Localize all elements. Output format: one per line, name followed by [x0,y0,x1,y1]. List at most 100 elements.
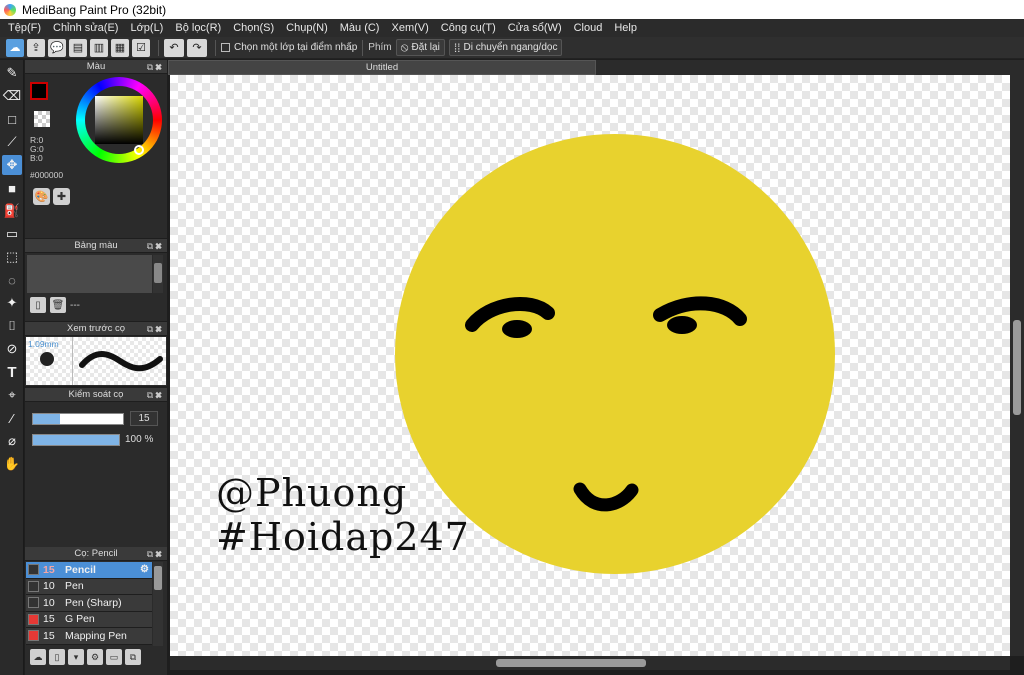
brush-name: Pen [65,580,84,593]
bucket-tool-icon[interactable]: ⛽ [2,201,22,221]
color-wheel[interactable] [76,77,162,163]
brush-tip-dot [40,352,54,366]
document-icon[interactable]: ▥ [90,38,108,57]
document-tab[interactable]: Untitled [168,60,596,75]
text-tool-icon[interactable]: T [2,362,22,382]
cloud-icon[interactable]: ☁ [6,38,24,57]
menu-layer[interactable]: Lớp(L) [124,22,169,34]
brush-color-swatch [28,564,39,576]
checklist-icon[interactable]: ☑ [132,38,150,57]
blue-value: B:0 [30,153,43,163]
palette-icon[interactable]: 🎨 [33,188,50,205]
pipette-tool-icon[interactable]: ⌀ [2,431,22,451]
brush-settings-icon[interactable]: ⚙ [87,649,103,665]
brush-panel-header: Cọ: Pencil ⧉✖ [25,547,167,561]
canvas[interactable]: @Phuong #Hoidap247 [170,75,1010,656]
select-eraser-tool-icon[interactable]: ⊘ [2,339,22,359]
gear-icon[interactable]: ⚙ [140,564,149,575]
scroll-thumb[interactable] [496,659,646,667]
preview-divider [72,337,73,385]
menu-filter[interactable]: Bộ lọc(R) [169,22,227,34]
brush-size-slider[interactable] [32,413,124,425]
brush-item-pen-sharp[interactable]: 10 Pen (Sharp) [26,595,152,612]
brush-item-mapping-pen[interactable]: 15 Mapping Pen [26,628,152,645]
brush-menu-icon[interactable]: ▾ [68,649,84,665]
reset-button[interactable]: ⦸ Đặt lại [395,39,445,56]
menu-window[interactable]: Cửa sổ(W) [502,22,568,34]
panel-close-icon[interactable]: ⧉✖ [147,239,164,253]
new-page-icon[interactable]: ▯ [30,297,46,313]
scroll-thumb[interactable] [1013,320,1021,415]
panel-close-icon[interactable]: ⧉✖ [147,60,164,74]
folder-icon[interactable]: ▭ [106,649,122,665]
select-pen-tool-icon[interactable]: ⌷ [2,316,22,336]
line-tool-icon[interactable]: ⟋ [2,132,22,152]
saturation-value-square[interactable] [95,96,143,144]
palette-name: --- [70,299,80,311]
menu-view[interactable]: Xem(V) [385,22,434,34]
magic-wand-tool-icon[interactable]: ✦ [2,293,22,313]
brush-item-pen[interactable]: 10 Pen [26,578,152,595]
lasso-tool-icon[interactable]: ◌ [2,270,22,290]
brush-list-scrollbar[interactable] [153,562,163,646]
brush-size-value[interactable]: 15 [130,411,158,426]
toolbar: ☁ ⇪ 💬 ▤ ▥ ▦ ☑ ↶ ↷ Chọn một lớp tại điểm … [0,37,1024,59]
menu-edit[interactable]: Chỉnh sửa(E) [47,22,124,34]
brush-size-readout: 1.09mm [28,339,59,349]
select-layer-checkbox[interactable]: Chọn một lớp tại điểm nhấp [221,42,357,53]
menu-cloud[interactable]: Cloud [568,22,609,34]
message-icon[interactable]: ▤ [69,38,87,57]
grid-icon[interactable]: ▦ [111,38,129,57]
dot-tool-icon[interactable]: □ [2,109,22,129]
palette-panel: Bảng màu ⧉✖ ▯ 🗑 --- [25,239,167,321]
vertical-scrollbar[interactable] [1010,75,1024,656]
hex-value: #000000 [30,170,64,180]
share-icon[interactable]: ⇪ [27,38,45,57]
move-tool-icon[interactable]: ✥ [2,155,22,175]
right-eye [667,316,697,334]
brush-item-g-pen[interactable]: 15 G Pen [26,611,152,628]
scroll-thumb[interactable] [154,263,162,283]
color-panel: Màu ⧉✖ R:0 G:0 B:0 #000000 🎨 ✚ [25,60,167,238]
transparent-color-swatch[interactable] [34,111,50,127]
palette-swatch-area[interactable] [27,255,152,293]
prohibit-icon: ⦸ [400,40,409,54]
eraser-tool-icon[interactable]: ⌫ [2,86,22,106]
gradient-tool-icon[interactable]: ▭ [2,224,22,244]
palette-scrollbar[interactable] [153,255,163,293]
menu-help[interactable]: Help [608,22,643,34]
undo-icon[interactable]: ↶ [164,38,184,57]
new-brush-icon[interactable]: ▯ [49,649,65,665]
foreground-color-swatch[interactable] [30,82,48,100]
brush-item-pencil[interactable]: 15 Pencil ⚙ [26,562,152,579]
brush-tool-icon[interactable]: ✎ [2,63,22,83]
horizontal-scrollbar[interactable] [170,656,1010,670]
select-rect-tool-icon[interactable]: ⬚ [2,247,22,267]
menu-tools[interactable]: Công cụ(T) [435,22,502,34]
brush-size: 10 [43,580,55,593]
redo-icon[interactable]: ↷ [187,38,207,57]
eyedropper-tool-icon[interactable]: ⁄ [2,408,22,428]
fill-rect-tool-icon[interactable]: ■ [2,178,22,198]
checkbox-box[interactable] [221,43,230,52]
move-hv-button[interactable]: ⁞⁞ Di chuyển ngang/dọc [448,39,563,56]
duplicate-icon[interactable]: ⧉ [125,649,141,665]
scroll-thumb[interactable] [154,566,162,590]
palette-add-icon[interactable]: ✚ [53,188,70,205]
tool-bar: ✎ ⌫ □ ⟋ ✥ ■ ⛽ ▭ ⬚ ◌ ✦ ⌷ ⊘ T ⌖ ⁄ ⌀ ✋ [0,60,24,675]
menu-file[interactable]: Tệp(F) [2,22,47,34]
brush-opacity-slider[interactable] [32,434,120,446]
hand-tool-icon[interactable]: ✋ [2,454,22,474]
menu-snap[interactable]: Chụp(N) [280,22,334,34]
trash-icon[interactable]: 🗑 [50,297,66,313]
comment-icon[interactable]: 💬 [48,38,66,57]
divide-tool-icon[interactable]: ⌖ [2,385,22,405]
brush-color-swatch [28,630,39,642]
hue-marker[interactable] [134,145,144,155]
cloud-download-icon[interactable]: ☁ [30,649,46,665]
panel-close-icon[interactable]: ⧉✖ [147,547,164,561]
menu-select[interactable]: Chọn(S) [227,22,280,34]
panel-close-icon[interactable]: ⧉✖ [147,388,164,402]
panel-close-icon[interactable]: ⧉✖ [147,322,164,336]
menu-color[interactable]: Màu (C) [334,22,386,34]
